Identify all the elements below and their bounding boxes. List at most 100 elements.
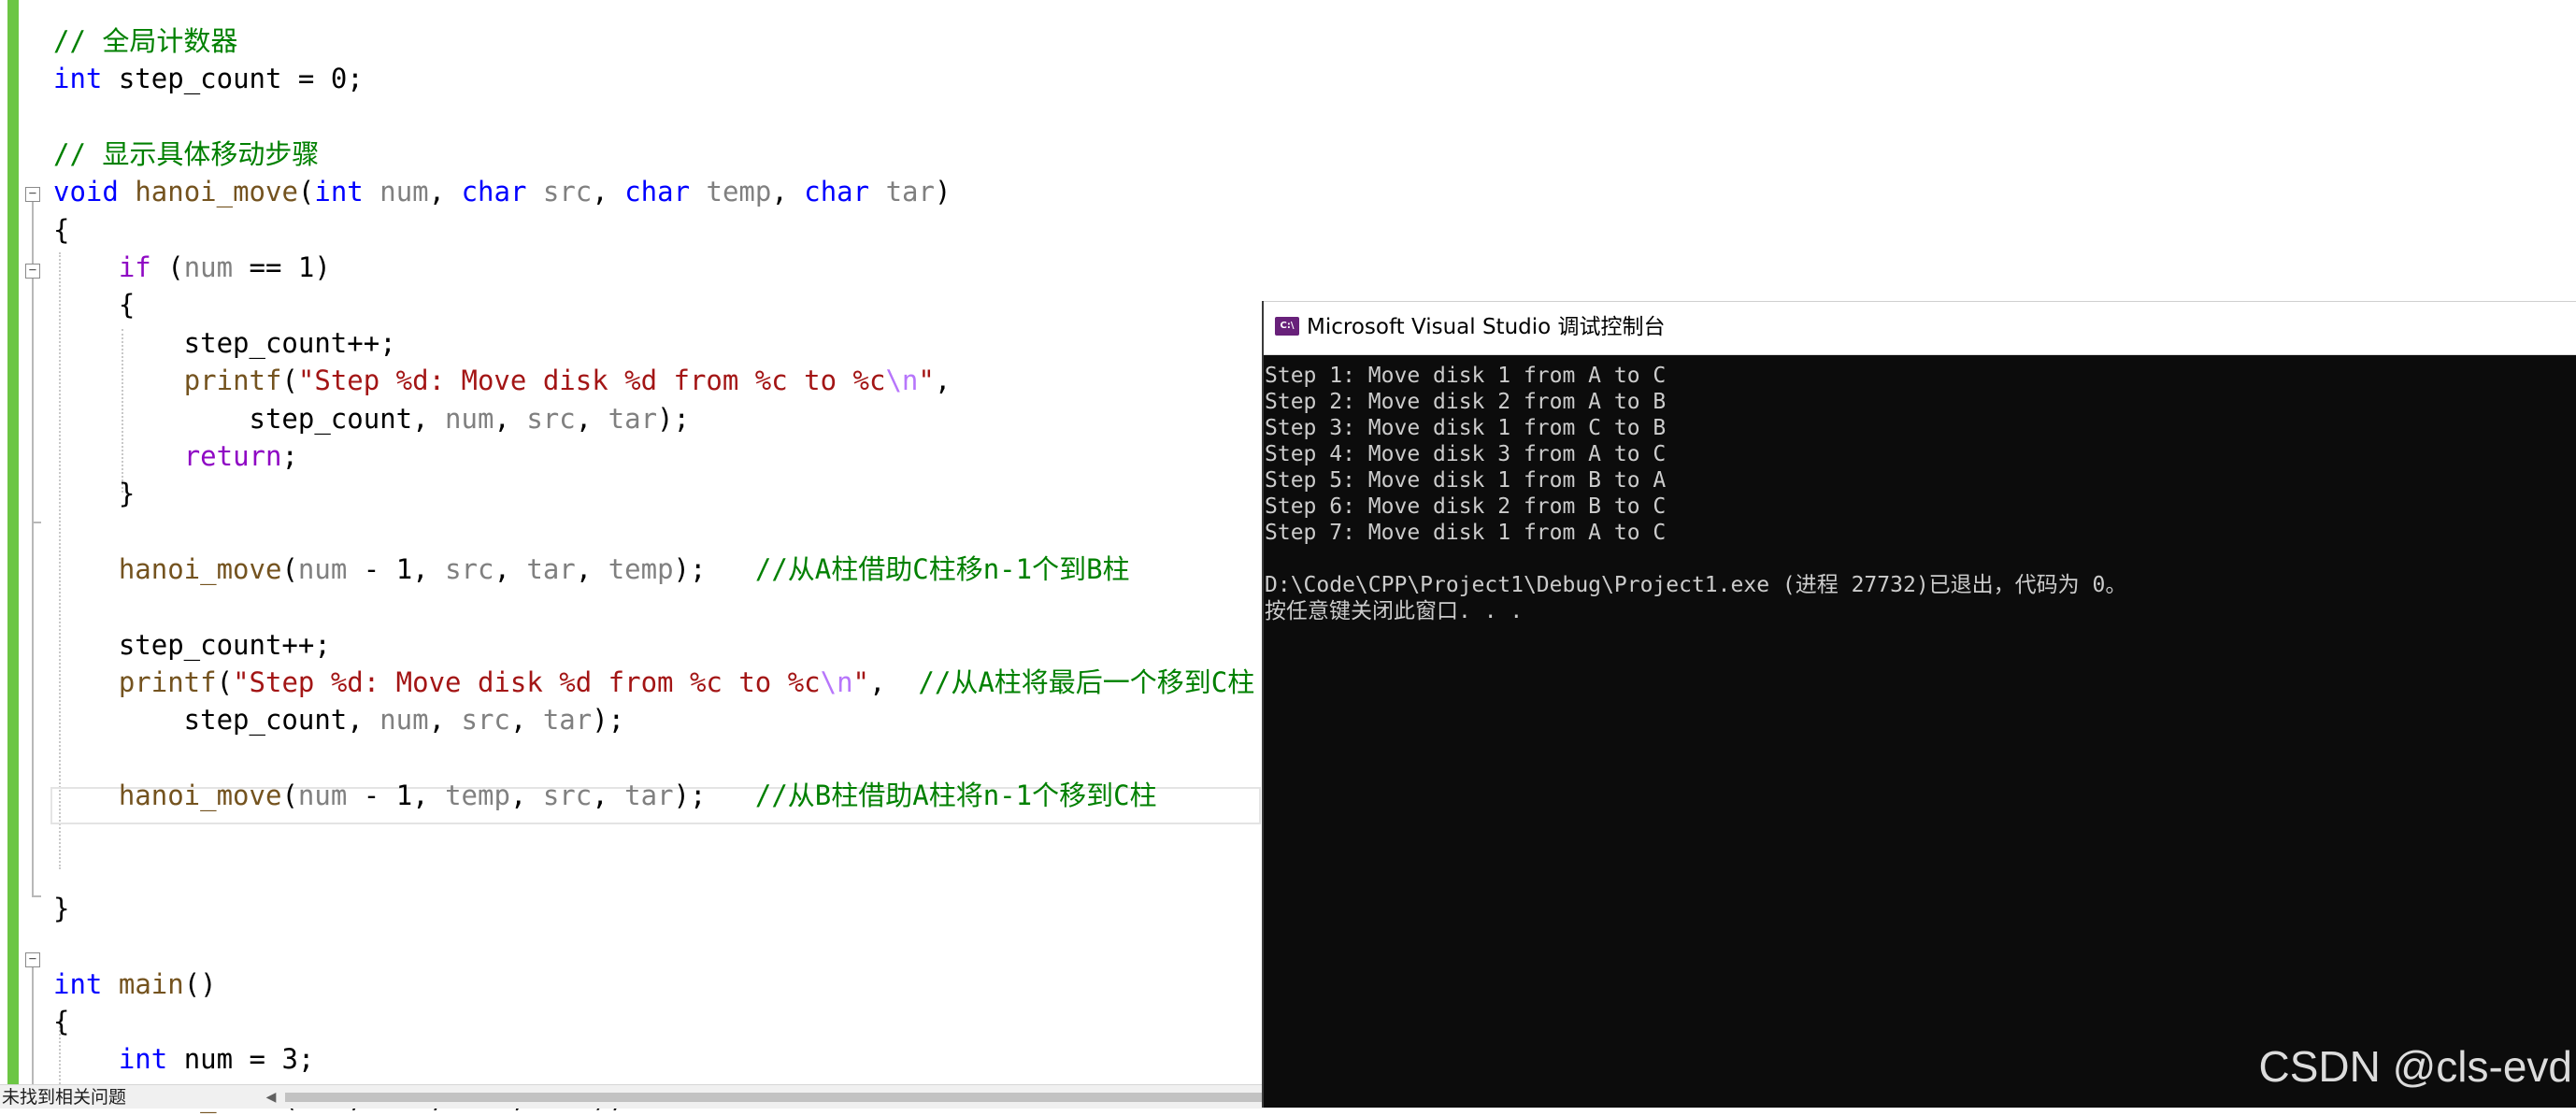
code-token: ,: [494, 402, 527, 435]
code-token: src: [542, 780, 593, 811]
code-line[interactable]: step_count, num, src, tar);: [53, 400, 690, 437]
horizontal-scrollbar-thumb[interactable]: [285, 1093, 1262, 1102]
code-token: int: [118, 1043, 168, 1076]
code-line[interactable]: void hanoi_move(int num, char src, char …: [53, 173, 951, 210]
code-token: num: [297, 552, 348, 585]
console-line: Step 3: Move disk 1 from C to B: [1265, 416, 1667, 440]
code-token: int: [53, 63, 103, 95]
code-line[interactable]: hanoi_move(num - 1, src, tar, temp); //从…: [53, 551, 1130, 588]
code-token: hanoi_move: [118, 552, 282, 585]
code-token: temp: [445, 780, 510, 811]
code-token: //从A柱借助C柱移n-1个到B柱: [754, 552, 1130, 585]
code-line[interactable]: int step_count = 0;: [53, 60, 364, 97]
code-token: hanoi_move: [135, 176, 298, 208]
code-token: tar: [608, 402, 658, 435]
code-token: "Step %d: Move disk %d from %c to %c: [297, 365, 886, 397]
code-line[interactable]: int num = 3;: [53, 1040, 315, 1078]
code-token: (: [216, 665, 234, 698]
code-token: (: [281, 552, 298, 585]
change-tracking-bar: [7, 0, 19, 1084]
fold-collapse-icon[interactable]: −: [25, 187, 40, 202]
code-line[interactable]: int main(): [53, 966, 217, 1003]
code-line[interactable]: {: [53, 211, 69, 249]
code-token: ,: [494, 552, 527, 585]
code-line[interactable]: step_count++;: [53, 324, 396, 362]
code-token: step_count = 0;: [102, 63, 364, 95]
code-token: src: [542, 176, 593, 208]
code-token: src: [445, 552, 494, 585]
code-line[interactable]: return;: [53, 437, 298, 475]
code-token: step_count++;: [53, 628, 331, 661]
code-token: (: [281, 365, 298, 397]
code-line[interactable]: printf("Step %d: Move disk %d from %c to…: [53, 362, 952, 399]
code-token: num: [379, 176, 429, 208]
code-token: ,: [592, 176, 625, 208]
code-token: tar: [526, 552, 576, 585]
code-token: - 1,: [347, 780, 446, 811]
code-token: hanoi_move: [118, 780, 282, 811]
code-token: step_count,: [53, 704, 380, 737]
code-line[interactable]: hanoi_move(num - 1, temp, src, tar); //从…: [53, 777, 1157, 814]
fold-collapse-icon[interactable]: −: [25, 952, 40, 967]
code-token: ,: [509, 780, 543, 811]
fold-collapse-icon[interactable]: −: [25, 264, 40, 279]
fold-end: [32, 522, 41, 523]
console-line: D:\Code\CPP\Project1\Debug\Project1.exe …: [1265, 573, 2127, 597]
code-token: int: [314, 176, 364, 208]
debug-console-window[interactable]: C:\ Microsoft Visual Studio 调试控制台 Step 1…: [1262, 301, 2576, 1108]
code-token: ,: [428, 704, 462, 737]
console-line: Step 1: Move disk 1 from A to C: [1265, 364, 1667, 388]
code-line[interactable]: printf("Step %d: Move disk %d from %c to…: [53, 664, 1254, 701]
code-token: tar: [624, 780, 674, 811]
code-line[interactable]: }: [53, 475, 135, 512]
code-line[interactable]: // 全局计数器: [53, 22, 237, 60]
code-token: ": [852, 665, 870, 698]
code-token: //从A柱将最后一个移到C柱: [918, 665, 1255, 698]
code-token: printf: [183, 365, 282, 397]
scroll-left-arrow-icon[interactable]: ◀: [264, 1089, 279, 1106]
code-token: "Step %d: Move disk %d from %c to %c: [233, 665, 821, 698]
status-message: 未找到相关问题: [2, 1087, 127, 1108]
code-token: );: [673, 552, 755, 585]
code-token: );: [592, 704, 625, 737]
code-token: (): [183, 967, 217, 1000]
code-token: \n: [820, 665, 853, 698]
code-line[interactable]: if (num == 1): [53, 249, 331, 286]
console-output[interactable]: Step 1: Move disk 1 from A to C Step 2: M…: [1264, 353, 2576, 1108]
status-bar: 未找到相关问题 ◀: [0, 1084, 1262, 1109]
code-token: void: [53, 176, 119, 208]
code-token: return: [183, 439, 282, 472]
code-line[interactable]: {: [53, 286, 135, 323]
console-line: 按任意键关闭此窗口. . .: [1265, 599, 1524, 623]
code-line[interactable]: step_count++;: [53, 626, 331, 664]
code-token: ,: [869, 665, 919, 698]
code-token: {: [53, 1006, 70, 1038]
code-line[interactable]: // 显示具体移动步骤: [53, 136, 319, 173]
console-title: Microsoft Visual Studio 调试控制台: [1307, 315, 1666, 339]
code-token: tar: [885, 176, 935, 208]
code-token: char: [624, 176, 691, 208]
code-token: );: [657, 402, 690, 435]
console-line: Step 6: Move disk 2 from B to C: [1265, 494, 1667, 519]
code-token: ,: [428, 176, 462, 208]
code-line[interactable]: }: [53, 890, 69, 927]
code-token: ): [934, 176, 952, 208]
code-line[interactable]: step_count, num, src, tar);: [53, 701, 624, 738]
code-token: char: [804, 176, 870, 208]
code-token: ,: [509, 704, 543, 737]
code-token: step_count++;: [53, 326, 396, 359]
console-titlebar[interactable]: C:\ Microsoft Visual Studio 调试控制台: [1264, 301, 2576, 355]
code-token: - 1,: [347, 552, 446, 585]
code-token: ,: [575, 552, 608, 585]
code-token: tar: [542, 704, 593, 737]
console-line: Step 4: Move disk 3 from A to C: [1265, 442, 1667, 466]
code-token: num: [445, 402, 494, 435]
code-line[interactable]: {: [53, 1003, 69, 1040]
code-token: \n: [885, 365, 919, 397]
